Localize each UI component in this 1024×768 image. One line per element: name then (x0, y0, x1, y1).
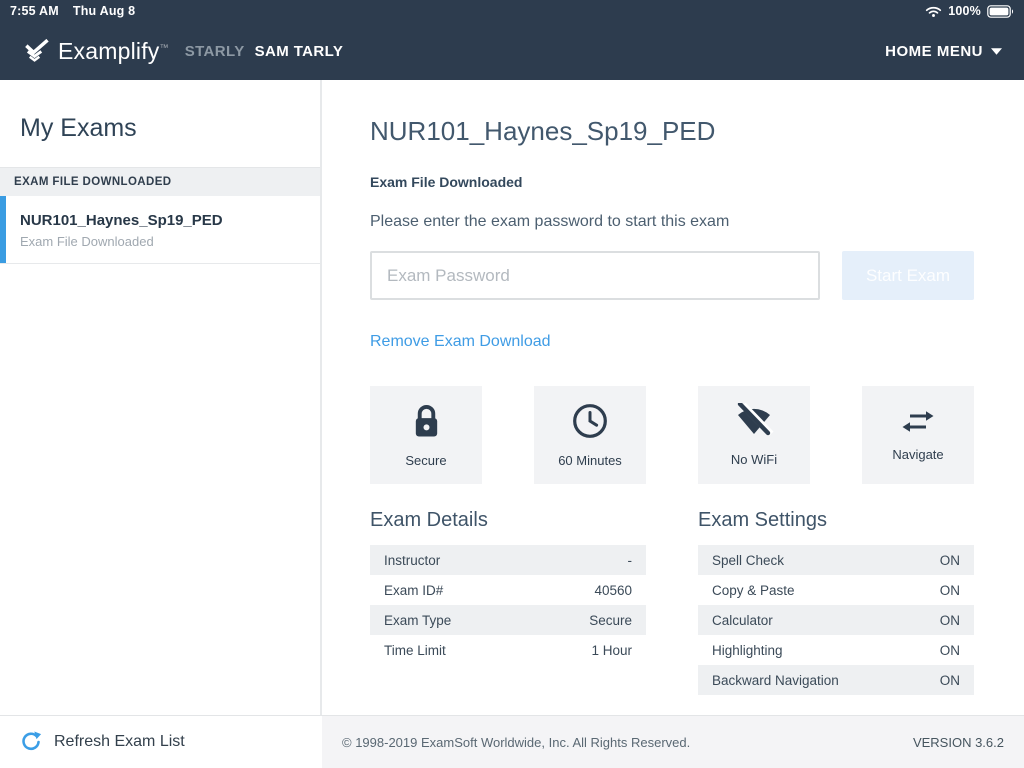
row-label: Exam ID# (384, 583, 443, 598)
org-name: STARLY (185, 43, 245, 60)
refresh-label: Refresh Exam List (54, 733, 185, 751)
row-label: Exam Type (384, 613, 451, 628)
table-row: Copy & Paste ON (698, 575, 974, 605)
exam-details-table: Exam Details Instructor - Exam ID# 40560… (370, 509, 646, 695)
clock-date: Thu Aug 8 (73, 4, 135, 18)
exam-detail-panel: NUR101_Haynes_Sp19_PED Exam File Downloa… (322, 80, 1024, 715)
exam-list-item[interactable]: NUR101_Haynes_Sp19_PED Exam File Downloa… (0, 196, 320, 264)
exam-item-status: Exam File Downloaded (20, 234, 300, 249)
exam-title: NUR101_Haynes_Sp19_PED (370, 116, 974, 147)
navigate-icon (900, 409, 936, 434)
badge-label: 60 Minutes (558, 453, 622, 468)
exam-password-input[interactable] (370, 251, 820, 300)
trademark-symbol: ™ (160, 42, 169, 52)
status-bar: 7:55 AM Thu Aug 8 100% (0, 0, 1024, 22)
row-value: - (628, 553, 633, 568)
table-row: Backward Navigation ON (698, 665, 974, 695)
row-value: ON (940, 583, 960, 598)
battery-percent: 100% (948, 4, 981, 18)
row-value: ON (940, 673, 960, 688)
exam-settings-table: Exam Settings Spell Check ON Copy & Past… (698, 509, 974, 695)
table-row: Time Limit 1 Hour (370, 635, 646, 665)
row-value: ON (940, 613, 960, 628)
row-value: ON (940, 643, 960, 658)
table-row: Highlighting ON (698, 635, 974, 665)
exam-details-heading: Exam Details (370, 509, 646, 532)
exam-list-sidebar: My Exams EXAM FILE DOWNLOADED NUR101_Hay… (0, 80, 322, 715)
logo-wordmark: Examplify™ (58, 38, 169, 65)
table-row: Exam ID# 40560 (370, 575, 646, 605)
navigate-badge: Navigate (862, 386, 974, 484)
start-exam-button[interactable]: Start Exam (842, 251, 974, 300)
home-menu-label: HOME MENU (885, 43, 983, 60)
user-name: SAM TARLY (255, 43, 344, 60)
version-text: VERSION 3.6.2 (913, 735, 1004, 750)
row-label: Copy & Paste (712, 583, 795, 598)
row-value: 40560 (594, 583, 632, 598)
footer: Refresh Exam List © 1998-2019 ExamSoft W… (0, 715, 1024, 768)
exam-item-name: NUR101_Haynes_Sp19_PED (20, 212, 300, 229)
examplify-logo: Examplify™ (22, 38, 169, 65)
no-wifi-badge: No WiFi (698, 386, 810, 484)
table-row: Calculator ON (698, 605, 974, 635)
home-menu-button[interactable]: HOME MENU (885, 43, 1002, 60)
exam-badge-tiles: Secure 60 Minutes (370, 386, 974, 484)
selected-accent-bar (0, 196, 6, 263)
row-value: 1 Hour (591, 643, 632, 658)
sidebar-title: My Exams (0, 80, 320, 167)
secure-badge: Secure (370, 386, 482, 484)
wifi-status-icon (925, 5, 942, 18)
table-row: Instructor - (370, 545, 646, 575)
row-value: Secure (589, 613, 632, 628)
refresh-icon (20, 731, 42, 753)
clock-icon (571, 402, 609, 440)
row-value: ON (940, 553, 960, 568)
battery-icon (987, 5, 1014, 18)
exam-section-header: EXAM FILE DOWNLOADED (0, 167, 320, 196)
password-prompt: Please enter the exam password to start … (370, 213, 974, 231)
badge-label: Navigate (892, 447, 943, 462)
row-label: Highlighting (712, 643, 783, 658)
row-label: Calculator (712, 613, 773, 628)
row-label: Time Limit (384, 643, 446, 658)
chevron-down-icon (991, 48, 1002, 55)
table-row: Exam Type Secure (370, 605, 646, 635)
remove-exam-download-link[interactable]: Remove Exam Download (370, 333, 551, 351)
copyright-text: © 1998-2019 ExamSoft Worldwide, Inc. All… (342, 735, 690, 750)
time-limit-badge: 60 Minutes (534, 386, 646, 484)
table-row: Spell Check ON (698, 545, 974, 575)
row-label: Backward Navigation (712, 673, 839, 688)
row-label: Spell Check (712, 553, 784, 568)
no-wifi-icon (734, 403, 774, 439)
app-header: Examplify™ STARLY SAM TARLY HOME MENU (0, 22, 1024, 80)
exam-settings-heading: Exam Settings (698, 509, 974, 532)
badge-label: No WiFi (731, 452, 777, 467)
refresh-exam-list-button[interactable]: Refresh Exam List (0, 716, 322, 768)
badge-label: Secure (405, 453, 446, 468)
row-label: Instructor (384, 553, 440, 568)
exam-file-status: Exam File Downloaded (370, 174, 974, 190)
lock-icon (410, 403, 443, 440)
clock-time: 7:55 AM (10, 4, 59, 18)
examplify-logo-icon (22, 38, 49, 64)
